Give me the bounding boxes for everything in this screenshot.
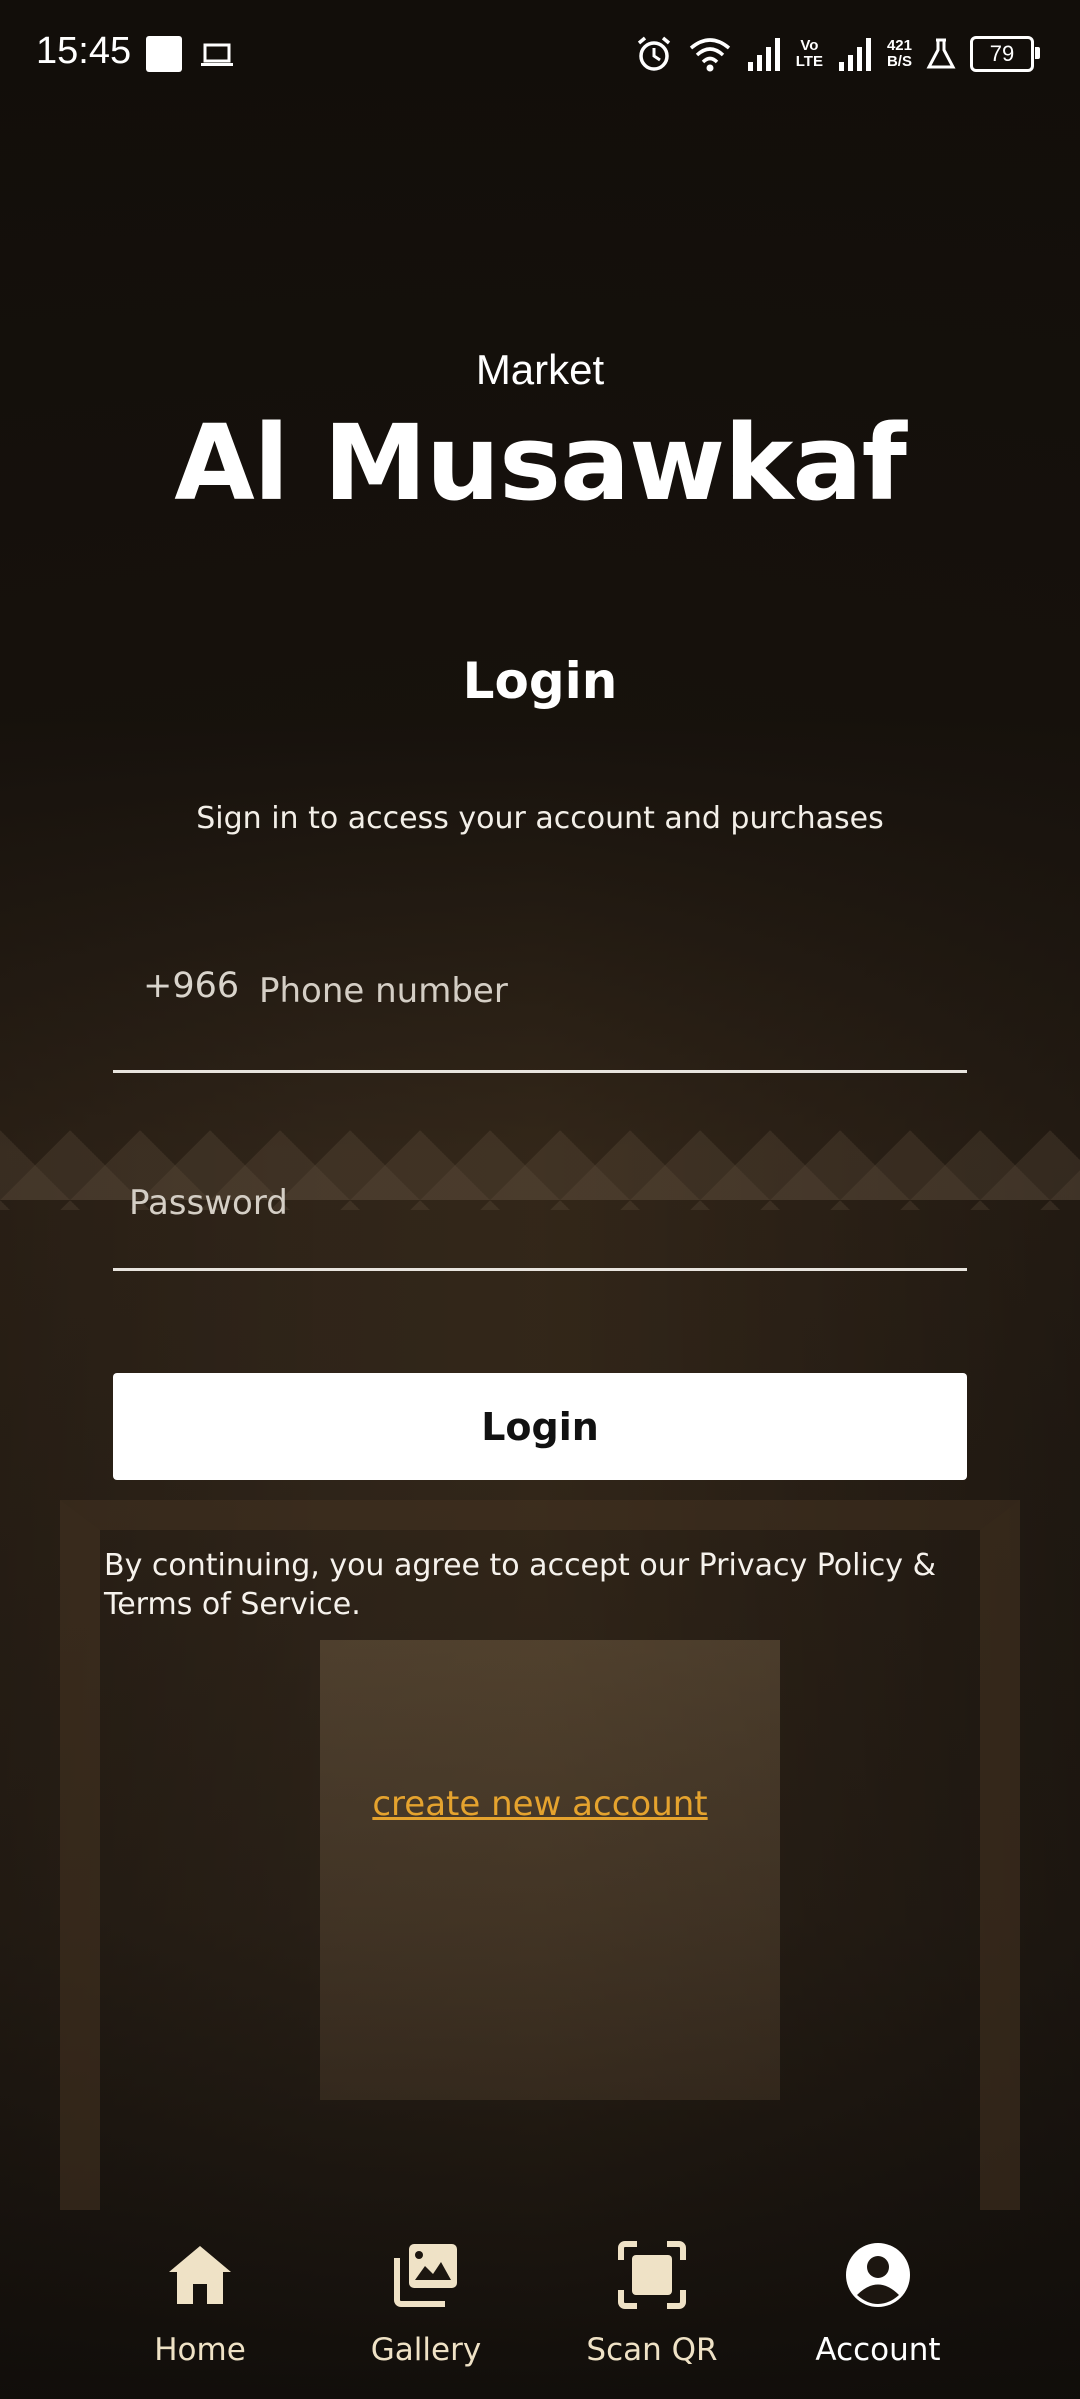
scan-qr-icon	[618, 2241, 686, 2309]
password-input[interactable]	[127, 1172, 951, 1234]
network-speed-value: 421	[886, 37, 912, 54]
phone-input[interactable]	[257, 960, 951, 1022]
account-icon	[846, 2243, 910, 2307]
volte-top: Vo	[800, 37, 819, 54]
nav-item-scan-qr[interactable]: Scan QR	[552, 2240, 752, 2368]
login-title: Login	[462, 652, 618, 710]
nav-item-home[interactable]: Home	[100, 2240, 300, 2368]
status-time: 15:45	[36, 30, 132, 72]
network-speed: 421 B/S	[887, 38, 912, 70]
volte-label: Vo LTE	[796, 38, 823, 70]
nav-item-gallery[interactable]: Gallery	[326, 2240, 526, 2368]
network-speed-unit: B/S	[886, 53, 912, 70]
nav-item-account[interactable]: Account	[778, 2240, 978, 2368]
nav-label-home: Home	[154, 2332, 246, 2368]
nav-label-gallery: Gallery	[370, 2332, 482, 2368]
phone-field: +966	[113, 940, 967, 1073]
battery-level: 79	[989, 41, 1015, 66]
battery-indicator: 79	[970, 36, 1040, 72]
terms-notice: By continuing, you agree to accept our P…	[104, 1548, 936, 1622]
country-code-prefix[interactable]: +966	[143, 966, 239, 1006]
brand-subtitle: Market	[475, 346, 605, 393]
flask-icon	[926, 38, 956, 69]
signal-icon	[747, 38, 780, 71]
volte-bottom: LTE	[795, 53, 823, 70]
home-icon	[169, 2246, 231, 2304]
nav-label-scan-qr: Scan QR	[586, 2332, 718, 2368]
create-account-link[interactable]: create new account	[0, 1784, 1080, 1824]
password-field	[113, 1150, 967, 1271]
laptop-icon	[201, 43, 233, 66]
login-tagline: Sign in to access your account and purch…	[196, 801, 884, 836]
nav-label-account: Account	[815, 2332, 941, 2368]
signal-icon-2	[838, 38, 871, 71]
gallery-icon	[394, 2244, 457, 2307]
bottom-navigation: Home Gallery Scan QR Account	[0, 2220, 1080, 2399]
notification-square-icon	[146, 36, 182, 72]
wifi-icon	[689, 38, 730, 72]
alarm-icon	[637, 36, 670, 71]
brand-title: Al Musawkaf	[174, 402, 907, 524]
login-button[interactable]: Login	[113, 1373, 967, 1480]
status-bar: 15:45 Vo LTE 421 B/S 79	[0, 0, 1080, 108]
